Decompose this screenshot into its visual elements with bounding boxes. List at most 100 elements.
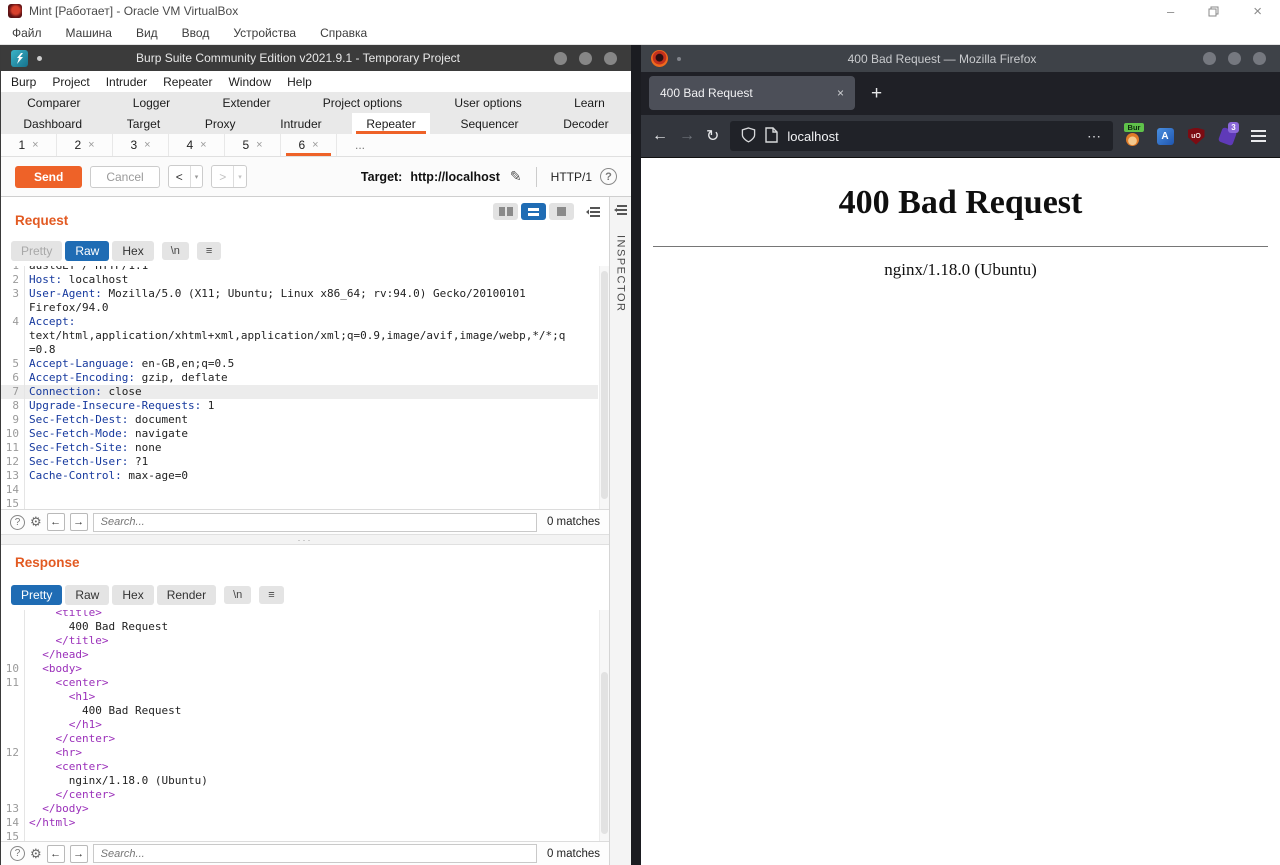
- search-next-icon[interactable]: →: [70, 845, 88, 863]
- view-tab[interactable]: Pretty: [11, 241, 62, 261]
- edit-target-pencil-icon[interactable]: ✎: [510, 168, 522, 185]
- close-circle-icon[interactable]: [604, 52, 617, 65]
- burp-tab[interactable]: Comparer: [13, 92, 94, 113]
- maximize-circle-icon[interactable]: [579, 52, 592, 65]
- response-search-input[interactable]: [93, 844, 537, 863]
- minimize-circle-icon[interactable]: [554, 52, 567, 65]
- inspector-expand-icon[interactable]: [614, 203, 628, 221]
- minimize-icon[interactable]: –: [1167, 4, 1174, 19]
- repeater-tab[interactable]: 3×: [113, 134, 169, 156]
- view-tab[interactable]: Hex: [112, 241, 153, 261]
- burp-tab[interactable]: Logger: [119, 92, 184, 113]
- tab-close-icon[interactable]: ×: [144, 139, 150, 151]
- burp-tab[interactable]: Proxy: [191, 113, 250, 134]
- translate-extension-icon[interactable]: A: [1155, 126, 1175, 146]
- layout-columns-button[interactable]: [493, 203, 518, 220]
- page-info-icon[interactable]: [765, 127, 778, 146]
- repeater-tab-overflow[interactable]: ...: [337, 134, 383, 156]
- send-button[interactable]: Send: [15, 166, 82, 188]
- view-tab[interactable]: Render: [157, 585, 216, 605]
- page-actions-more-icon[interactable]: ⋯: [1087, 128, 1102, 145]
- tab-close-icon[interactable]: ×: [829, 86, 844, 100]
- request-scrollbar-thumb[interactable]: [601, 271, 608, 499]
- history-back-arrow[interactable]: <: [169, 166, 190, 187]
- view-tab[interactable]: Raw: [65, 241, 109, 261]
- inspector-toggle-icon[interactable]: [586, 205, 601, 223]
- search-next-icon[interactable]: →: [70, 513, 88, 531]
- repeater-tab[interactable]: 2×: [57, 134, 113, 156]
- burp-menu-item[interactable]: Project: [52, 75, 89, 89]
- vbox-menu-item[interactable]: Вид: [136, 26, 158, 40]
- response-editor[interactable]: <title> 400 Bad Request </title> </head>…: [1, 610, 609, 841]
- minimize-circle-icon[interactable]: [1203, 52, 1216, 65]
- response-scrollbar-thumb[interactable]: [601, 672, 608, 834]
- burp-tab[interactable]: Extender: [208, 92, 284, 113]
- request-editor[interactable]: 1austGET / HTTP/1.12Host: localhost3User…: [1, 266, 609, 509]
- search-prev-icon[interactable]: ←: [47, 513, 65, 531]
- history-back-button[interactable]: < ▾: [168, 165, 204, 188]
- view-tab[interactable]: Pretty: [11, 585, 62, 605]
- view-tab[interactable]: Raw: [65, 585, 109, 605]
- tab-close-icon[interactable]: ×: [32, 139, 38, 151]
- tab-close-icon[interactable]: ×: [88, 139, 94, 151]
- editor-menu-icon[interactable]: ≡: [259, 586, 283, 604]
- http-version-label[interactable]: HTTP/1: [551, 170, 592, 184]
- history-forward-button[interactable]: > ▾: [211, 165, 247, 188]
- burp-tab[interactable]: Decoder: [549, 113, 622, 134]
- url-text[interactable]: localhost: [787, 129, 838, 144]
- menu-hamburger-icon[interactable]: [1248, 130, 1269, 142]
- search-help-icon[interactable]: ?: [10, 846, 25, 861]
- burp-tab[interactable]: Intruder: [266, 113, 335, 134]
- layout-single-button[interactable]: [549, 203, 574, 220]
- search-help-icon[interactable]: ?: [10, 515, 25, 530]
- search-settings-gear-icon[interactable]: ⚙: [30, 514, 42, 530]
- vbox-menu-item[interactable]: Файл: [12, 26, 42, 40]
- repeater-tab[interactable]: 4×: [169, 134, 225, 156]
- vbox-menu-item[interactable]: Справка: [320, 26, 367, 40]
- search-prev-icon[interactable]: ←: [47, 845, 65, 863]
- close-icon[interactable]: ×: [1253, 3, 1262, 20]
- editor-menu-icon[interactable]: ≡: [197, 242, 221, 260]
- history-back-caret-icon[interactable]: ▾: [190, 166, 203, 187]
- restore-icon[interactable]: [1208, 6, 1219, 17]
- cancel-button[interactable]: Cancel: [90, 166, 159, 188]
- vbox-menu-item[interactable]: Машина: [66, 26, 112, 40]
- repeater-tab[interactable]: 1×: [1, 134, 57, 156]
- burp-tab[interactable]: Repeater: [352, 113, 429, 134]
- burp-tab[interactable]: Learn: [560, 92, 619, 113]
- request-scrollbar[interactable]: [599, 266, 609, 509]
- request-search-input[interactable]: [93, 513, 537, 532]
- burp-menu-item[interactable]: Intruder: [106, 75, 147, 89]
- url-bar[interactable]: localhost ⋯: [730, 121, 1113, 151]
- escape-chars-button[interactable]: \n: [224, 586, 251, 604]
- browser-tab[interactable]: 400 Bad Request ×: [649, 76, 855, 110]
- response-scrollbar[interactable]: [599, 610, 609, 841]
- inspector-label[interactable]: INSPECTOR: [615, 235, 627, 312]
- vbox-menu-item[interactable]: Ввод: [182, 26, 210, 40]
- wappalyzer-extension-icon[interactable]: 3: [1217, 126, 1237, 146]
- reload-icon[interactable]: ↻: [706, 126, 719, 146]
- foxyproxy-extension-icon[interactable]: Bur: [1124, 126, 1144, 146]
- burp-tab[interactable]: Project options: [309, 92, 416, 113]
- search-settings-gear-icon[interactable]: ⚙: [30, 846, 42, 862]
- tab-close-icon[interactable]: ×: [200, 139, 206, 151]
- panel-splitter[interactable]: ···: [1, 534, 609, 545]
- burp-tab[interactable]: Target: [113, 113, 174, 134]
- burp-menu-item[interactable]: Window: [228, 75, 271, 89]
- back-icon[interactable]: ←: [652, 127, 668, 145]
- new-tab-button[interactable]: +: [871, 83, 882, 105]
- close-circle-icon[interactable]: [1253, 52, 1266, 65]
- vbox-menu-item[interactable]: Устройства: [233, 26, 296, 40]
- burp-tab[interactable]: User options: [440, 92, 535, 113]
- history-forward-arrow[interactable]: >: [212, 166, 233, 187]
- layout-stacked-button[interactable]: [521, 203, 546, 220]
- help-icon[interactable]: ?: [600, 168, 617, 185]
- view-tab[interactable]: Hex: [112, 585, 153, 605]
- repeater-tab[interactable]: 6×: [281, 134, 337, 156]
- tab-close-icon[interactable]: ×: [256, 139, 262, 151]
- history-forward-caret-icon[interactable]: ▾: [233, 166, 246, 187]
- inspector-sidebar[interactable]: INSPECTOR: [609, 197, 631, 865]
- tab-close-icon[interactable]: ×: [312, 139, 318, 151]
- forward-icon[interactable]: →: [679, 127, 695, 145]
- burp-tab[interactable]: Dashboard: [9, 113, 96, 134]
